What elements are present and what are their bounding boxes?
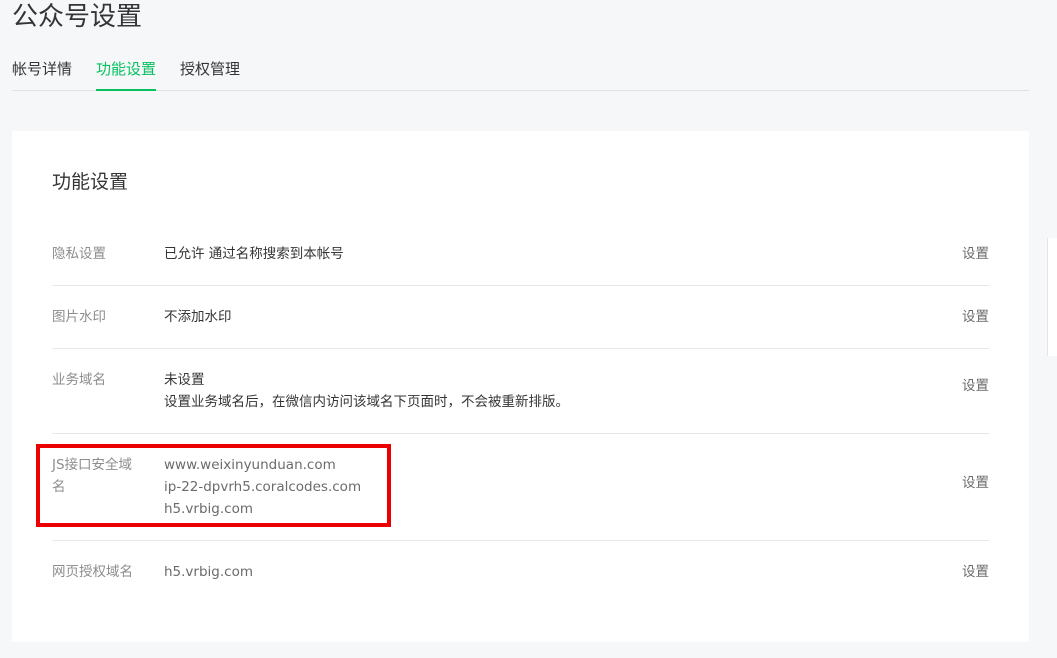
business-domain-settings-button[interactable]: 设置 xyxy=(962,375,989,397)
row-value-line: www.weixinyunduan.com xyxy=(164,457,336,473)
row-value-line: 已允许 通过名称搜索到本帐号 xyxy=(164,246,344,262)
privacy-settings-button[interactable]: 设置 xyxy=(962,243,989,265)
web-auth-domain-settings-button[interactable]: 设置 xyxy=(962,561,989,583)
settings-row-business-domain: 业务域名 未设置 设置业务域名后，在微信内访问该域名下页面时，不会被重新排版。 … xyxy=(52,349,989,434)
row-value: 未设置 设置业务域名后，在微信内访问该域名下页面时，不会被重新排版。 xyxy=(164,369,569,413)
row-value-line: 不添加水印 xyxy=(164,309,232,325)
row-value: h5.vrbig.com xyxy=(164,561,253,583)
settings-row-watermark: 图片水印 不添加水印 设置 xyxy=(52,286,989,349)
row-label: 图片水印 xyxy=(52,309,106,325)
row-label: 业务域名 xyxy=(52,372,106,388)
settings-row-web-auth-domain: 网页授权域名 h5.vrbig.com 设置 xyxy=(52,541,989,603)
row-label-line: JS接口安全域 xyxy=(52,457,133,473)
page-title: 公众号设置 xyxy=(12,2,143,32)
row-value: www.weixinyunduan.com ip-22-dpvrh5.coral… xyxy=(164,454,361,520)
settings-row-js-safe-domain: JS接口安全域 名 www.weixinyunduan.com ip-22-dp… xyxy=(52,434,989,541)
row-label: 隐私设置 xyxy=(52,246,106,262)
tab-feature-settings[interactable]: 功能设置 xyxy=(96,52,157,91)
row-label: JS接口安全域 名 xyxy=(52,454,147,498)
row-value-line: 未设置 xyxy=(164,372,205,388)
row-value: 不添加水印 xyxy=(164,306,232,328)
row-value-line: h5.vrbig.com xyxy=(164,501,253,517)
settings-row-privacy: 隐私设置 已允许 通过名称搜索到本帐号 设置 xyxy=(52,229,989,286)
tab-bar: 帐号详情 功能设置 授权管理 xyxy=(12,52,1029,91)
row-label: 网页授权域名 xyxy=(52,564,133,580)
row-value-line: h5.vrbig.com xyxy=(164,564,253,580)
watermark-settings-button[interactable]: 设置 xyxy=(962,306,989,328)
js-safe-domain-settings-button[interactable]: 设置 xyxy=(962,472,989,494)
tab-authorization-management[interactable]: 授权管理 xyxy=(180,52,240,90)
row-label-line: 名 xyxy=(52,479,66,495)
row-value-line: ip-22-dpvrh5.coralcodes.com xyxy=(164,479,362,495)
card-title: 功能设置 xyxy=(52,171,129,193)
row-value-line: 设置业务域名后，在微信内访问该域名下页面时，不会被重新排版。 xyxy=(164,394,569,410)
row-value: 已允许 通过名称搜索到本帐号 xyxy=(164,243,344,265)
settings-card: 功能设置 隐私设置 已允许 通过名称搜索到本帐号 设置 图片水印 不添加水印 设… xyxy=(12,131,1029,642)
tab-account-details[interactable]: 帐号详情 xyxy=(12,52,72,90)
side-panel-tab[interactable] xyxy=(1047,238,1057,356)
